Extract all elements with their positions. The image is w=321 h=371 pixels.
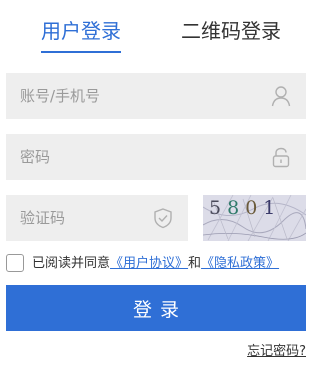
tab-qr-login-label: 二维码登录 <box>181 19 281 43</box>
account-field <box>6 73 306 119</box>
captcha-char: 8 <box>227 197 246 219</box>
agreement-and: 和 <box>188 256 202 271</box>
tab-qr-login[interactable]: 二维码登录 <box>181 16 281 46</box>
agreement-prefix: 已阅读并同意 <box>32 256 111 271</box>
lock-icon <box>270 146 292 168</box>
active-tab-underline <box>41 51 121 53</box>
agreement-checkbox[interactable] <box>6 254 24 272</box>
login-tabs: 用户登录 二维码登录 <box>0 16 321 56</box>
captcha-code: 5801 <box>209 197 281 219</box>
agreement-text: 已阅读并同意《用户协议》和《隐私政策》 <box>32 254 279 274</box>
forgot-password-link[interactable]: 忘记密码? <box>247 343 306 361</box>
captcha-field <box>6 195 188 241</box>
password-field <box>6 134 306 180</box>
tab-user-login-label: 用户登录 <box>41 19 121 43</box>
captcha-char: 5 <box>209 197 228 219</box>
account-input[interactable] <box>6 73 306 119</box>
shield-check-icon <box>152 207 174 229</box>
captcha-image[interactable]: 5801 <box>203 195 306 241</box>
captcha-char: 1 <box>263 197 282 219</box>
login-button[interactable]: 登录 <box>6 285 306 331</box>
password-input[interactable] <box>6 134 306 180</box>
agreement-row: 已阅读并同意《用户协议》和《隐私政策》 <box>6 254 316 274</box>
user-icon <box>270 85 292 107</box>
privacy-policy-link[interactable]: 《隐私政策》 <box>201 256 279 271</box>
user-agreement-link[interactable]: 《用户协议》 <box>110 256 188 271</box>
captcha-char: 0 <box>245 197 264 219</box>
tab-user-login[interactable]: 用户登录 <box>41 16 121 53</box>
